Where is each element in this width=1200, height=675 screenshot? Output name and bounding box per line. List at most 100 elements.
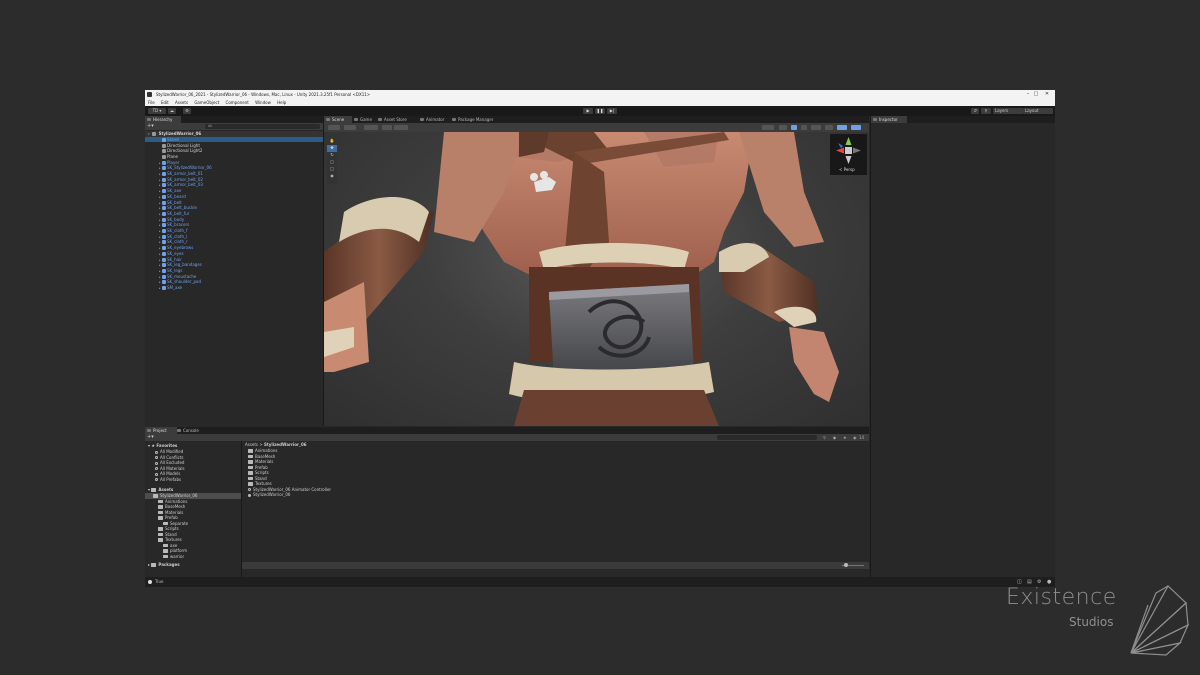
breadcrumb-current[interactable]: StylizedWarrior_06 [264, 442, 307, 447]
shading-dropdown[interactable] [762, 125, 774, 130]
account-dropdown[interactable]: TD ▾ [148, 108, 166, 114]
collab-icon[interactable]: ⚙ [183, 108, 191, 114]
menu-window[interactable]: Window [255, 100, 271, 105]
scene-viewport[interactable]: ✋ ✥ ↻ ▢ □ ◉ < Persp [324, 132, 869, 426]
menu-component[interactable]: Component [226, 100, 249, 105]
icon-size-slider-handle[interactable] [844, 563, 848, 567]
favorites-label: Favorites [156, 443, 178, 448]
layers-dropdown[interactable]: Layers [993, 108, 1023, 114]
asset-file-label: StylizedWarrior_06 [253, 492, 291, 497]
asset-file-label: StylizedWarrior_06 Animator Controller [253, 486, 332, 492]
hierarchy-item-label: SK_belt_fur [167, 210, 190, 216]
tab-hierarchy-label: Hierarchy [153, 117, 173, 122]
pivot-dropdown[interactable] [344, 125, 356, 130]
rotate-tool-icon[interactable]: ↻ [327, 152, 337, 159]
hierarchy-search-input[interactable]: All [205, 124, 320, 129]
audio-toggle-icon[interactable] [801, 125, 807, 130]
project-search-input[interactable] [717, 435, 817, 440]
prefab-cube-icon [162, 189, 166, 194]
assets-tree-item[interactable]: warrior [145, 554, 241, 560]
prefab-cube-icon [162, 240, 166, 245]
folder-icon [248, 476, 253, 481]
favorite-star-icon[interactable]: ★ [843, 434, 847, 441]
tab-console[interactable]: Console [175, 427, 211, 434]
layout-dropdown[interactable]: Layout [1023, 108, 1053, 114]
prefab-cube-icon [162, 160, 166, 165]
tab-console-label: Console [183, 428, 199, 433]
tab-asset-store[interactable]: Asset Store [376, 116, 418, 123]
tab-package-manager[interactable]: Package Manager [450, 116, 506, 123]
draw-mode-dropdown[interactable] [328, 125, 340, 130]
project-toolbar: +▾ ⚲ ◆ ★ ◉ 14 [145, 434, 869, 441]
undo-history-icon[interactable]: ↺ [971, 108, 979, 114]
tab-inspector[interactable]: Inspector [871, 116, 907, 123]
favorites-item[interactable]: All Prefabs [155, 477, 181, 483]
assets-tree-item-label: axe [170, 542, 178, 548]
prefab-cube-icon [162, 183, 166, 188]
effects-dropdown[interactable] [811, 125, 821, 130]
inspector-panel: Inspector [870, 116, 1055, 577]
camera-settings-icon[interactable] [837, 125, 847, 130]
tab-hierarchy[interactable]: Hierarchy [145, 116, 181, 123]
prefab-cube-icon [162, 137, 166, 142]
prefab-cube-icon [162, 274, 166, 279]
assets-header[interactable]: ▾ Assets [148, 487, 173, 493]
unity-scene-icon [152, 132, 157, 136]
folder-icon [158, 510, 163, 515]
menu-edit[interactable]: Edit [161, 100, 169, 105]
prefab-cube-icon [162, 172, 166, 176]
favorites-header[interactable]: ▾ ★ Favorites [148, 443, 177, 449]
menu-gameobject[interactable]: GameObject [194, 100, 219, 105]
lighting-toggle-icon[interactable] [791, 125, 797, 130]
favorites-item-label: All Materials [160, 465, 185, 471]
tab-project[interactable]: Project [145, 427, 177, 434]
transform-tool-icon[interactable]: ◉ [327, 173, 337, 180]
favorites-item-label: All Models [160, 471, 181, 476]
persp-label[interactable]: < Persp [839, 167, 855, 172]
menu-help[interactable]: Help [277, 100, 286, 105]
close-button[interactable]: ✕ [1040, 90, 1054, 99]
step-button[interactable]: ▶| [607, 108, 617, 114]
filter-label-icon[interactable]: ◆ [833, 434, 836, 441]
scale-tool-icon[interactable]: ▢ [327, 159, 337, 166]
folder-icon [158, 505, 163, 509]
cloud-icon[interactable]: ☁ [168, 108, 176, 114]
rect-tool-icon[interactable]: □ [327, 166, 337, 173]
prefab-cube-icon [162, 268, 166, 273]
snap-increment-dropdown[interactable] [382, 125, 392, 130]
hand-tool-icon[interactable]: ✋ [327, 138, 337, 145]
orientation-gizmo[interactable]: < Persp [830, 134, 867, 175]
2d-toggle[interactable] [779, 125, 787, 130]
breadcrumb-assets[interactable]: Assets [245, 442, 258, 447]
grid-snap-dropdown[interactable] [364, 125, 378, 130]
create-plus-icon[interactable]: +▾ [147, 123, 154, 130]
tab-scene[interactable]: Scene [324, 116, 352, 123]
hierarchy-toolbar: +▾ All [145, 123, 323, 130]
asset-file-item[interactable]: StylizedWarrior_06 [248, 492, 290, 498]
packages-header[interactable]: ▸ Packages [148, 562, 180, 568]
gizmos-dropdown[interactable] [851, 125, 861, 130]
scene-view-panel: Scene Game Asset Store Animator Package … [324, 116, 869, 426]
window-title: StylizedWarrior_06_2021 - StylizedWarrio… [156, 92, 371, 97]
filter-type-icon[interactable]: ⚲ [823, 434, 826, 441]
hierarchy-item[interactable]: ▸ SM_axe [145, 285, 182, 291]
project-footer [242, 562, 869, 569]
menu-file[interactable]: File [148, 100, 155, 105]
search-filter-icon [155, 461, 158, 465]
asset-count-badge: 14 [859, 435, 865, 440]
tab-package-manager-label: Package Manager [458, 117, 494, 122]
search-icon[interactable]: ⚲ [981, 108, 991, 114]
hidden-packages-icon[interactable]: ◉ [853, 434, 857, 441]
move-tool-icon[interactable]: ✥ [327, 145, 337, 152]
grid-dropdown[interactable] [394, 125, 408, 130]
search-filter-icon [155, 472, 158, 476]
play-button[interactable]: ▶ [583, 108, 593, 114]
hidden-objects-icon[interactable] [825, 125, 833, 130]
pause-button[interactable]: ❚❚ [595, 108, 605, 114]
tab-animator[interactable]: Animator [418, 116, 454, 123]
status-bar: True ◫ ▤ ⚙ ● [145, 577, 1055, 587]
create-asset-plus-icon[interactable]: +▾ [147, 434, 154, 441]
menu-assets[interactable]: Assets [175, 100, 188, 105]
favorites-item-label: All Conflicts [160, 454, 184, 460]
status-text[interactable]: True [155, 577, 164, 587]
